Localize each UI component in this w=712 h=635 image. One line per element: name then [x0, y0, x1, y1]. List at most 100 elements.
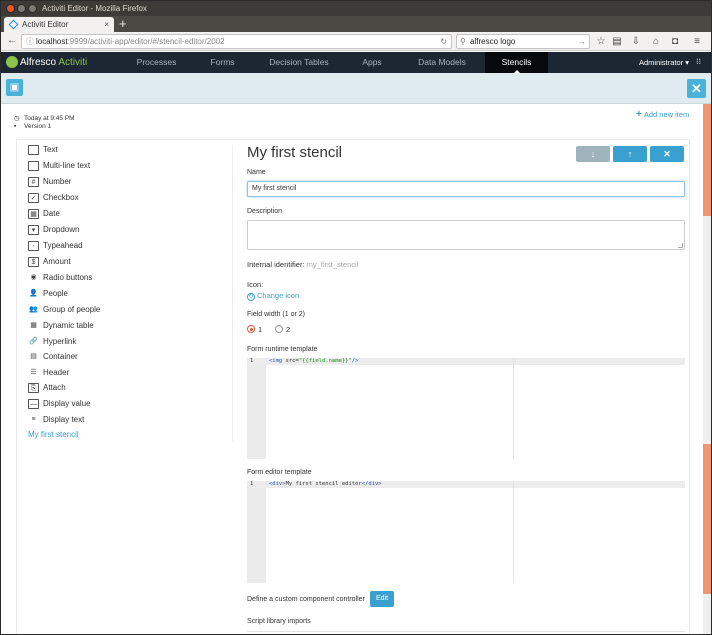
menu-decision-tables[interactable]: Decision Tables: [263, 52, 335, 73]
dropdown-icon: ▾: [28, 225, 39, 235]
name-field[interactable]: My first stencil: [247, 181, 685, 197]
palette-item-label: Dynamic table: [43, 321, 94, 330]
search-bar[interactable]: ⚲ alfresco logo →: [456, 34, 590, 49]
bottom-divider: [247, 631, 685, 632]
search-icon: ⚲: [460, 37, 466, 46]
browser-window: Activiti Editor - Mozilla Firefox Activi…: [0, 0, 712, 635]
info-icon[interactable]: ⓘ: [26, 35, 34, 48]
palette-item-label: Display text: [43, 415, 85, 424]
width-radio-2[interactable]: [275, 325, 283, 333]
logo-brand: Alfresco: [20, 57, 57, 68]
refresh-icon: ↻: [247, 293, 255, 301]
text-icon: [28, 145, 39, 155]
amount-icon: $: [28, 257, 39, 267]
palette-item-label: Radio buttons: [43, 273, 93, 282]
alfresco-logo-icon[interactable]: [6, 56, 18, 68]
container-icon: ▤: [30, 353, 37, 360]
display-value-icon: —: [28, 399, 39, 409]
url-bar[interactable]: ⓘ localhost:9999/activiti-app/editor/#/s…: [21, 34, 452, 49]
delete-button[interactable]: ✕: [650, 146, 684, 162]
add-new-item-link[interactable]: + Add new item: [636, 109, 689, 120]
internal-identifier: Internal identifier: my_first_stencil: [247, 260, 358, 269]
reading-list-icon[interactable]: ▤: [610, 35, 624, 49]
width-radio-1[interactable]: [247, 325, 255, 333]
move-up-button[interactable]: ↑: [613, 146, 647, 162]
reload-icon[interactable]: ↻: [440, 35, 447, 48]
identifier-label: Internal identifier:: [247, 260, 305, 269]
palette-item-label: Display value: [43, 399, 91, 408]
menu-stencils[interactable]: Stencils: [485, 52, 548, 74]
close-tab-icon[interactable]: ×: [104, 17, 109, 32]
menu-processes[interactable]: Processes: [129, 52, 184, 73]
change-icon-link[interactable]: ↻ Change icon: [247, 291, 299, 301]
description-label: Description: [247, 208, 283, 215]
palette-item-label: Text: [43, 145, 58, 154]
resize-grip-icon[interactable]: [678, 243, 683, 248]
move-down-button[interactable]: ↓: [576, 146, 610, 162]
palette-item-label: Typeahead: [43, 241, 83, 250]
apps-grid-icon[interactable]: ⁝⁝: [696, 58, 704, 66]
url-path: :9999/activiti-app/editor/#/stencil-edit…: [67, 37, 225, 46]
browser-tab-title: Activiti Editor: [22, 20, 69, 29]
close-window-button[interactable]: [6, 4, 15, 13]
palette-item-label: Amount: [43, 257, 71, 266]
minimize-window-button[interactable]: [17, 4, 26, 13]
browser-tab[interactable]: Activiti Editor ×: [4, 17, 114, 32]
home-icon[interactable]: ⌂: [649, 35, 663, 49]
version-text: Version 1: [24, 123, 52, 130]
save-button[interactable]: ▣: [6, 79, 23, 96]
palette-item-label: Multi-line text: [43, 161, 91, 170]
multiline-text-icon: [28, 161, 39, 171]
description-field[interactable]: [247, 220, 685, 250]
edit-controller-button[interactable]: Edit: [370, 591, 394, 607]
download-icon[interactable]: ⇩: [629, 35, 643, 49]
dynamic-table-icon: ▦: [30, 322, 37, 329]
chevron-down-icon: ▾: [685, 58, 690, 67]
editor-toolbar: ▣ ✕: [1, 73, 711, 104]
activiti-favicon-icon: [8, 19, 19, 30]
add-new-item-label: Add new item: [643, 110, 690, 119]
pocket-icon[interactable]: ◘: [668, 35, 682, 49]
hamburger-menu-icon[interactable]: ≡: [690, 35, 704, 49]
maximize-window-button[interactable]: [28, 4, 37, 13]
palette-item-label: Date: [43, 209, 60, 218]
app-header: Alfresco Activiti Processes Forms Decisi…: [1, 52, 711, 74]
modified-text: Today at 9:45 PM: [24, 115, 75, 122]
palette-item-label: Header: [43, 368, 70, 377]
search-go-icon[interactable]: →: [578, 35, 586, 48]
editor-template-editor[interactable]: 1 <div>My first stencil editor</div>: [247, 481, 685, 583]
width-radio-1-label: 1: [258, 325, 263, 334]
radio-buttons-icon: ◉: [30, 274, 37, 281]
save-small-icon: ▪: [14, 123, 17, 130]
new-tab-button[interactable]: +: [119, 16, 127, 32]
url-text: localhost:9999/activiti-app/editor/#/ste…: [36, 35, 225, 48]
browser-tab-strip: Activiti Editor × +: [1, 16, 711, 32]
palette-item-label: Dropdown: [43, 225, 80, 234]
bookmark-star-icon[interactable]: ☆: [594, 35, 608, 49]
hyperlink-icon: 🔗: [29, 338, 38, 345]
display-text-icon: ≡: [31, 416, 36, 423]
menu-data-models[interactable]: Data Models: [411, 52, 473, 73]
script-imports-label: Script library imports: [247, 618, 311, 625]
checkbox-icon: ✓: [28, 193, 39, 203]
close-editor-button[interactable]: ✕: [687, 79, 706, 98]
palette-item-label: People: [43, 289, 68, 298]
palette-item-label: Number: [43, 177, 72, 186]
app-logo[interactable]: Alfresco Activiti: [20, 56, 87, 69]
print-margin: [513, 481, 514, 583]
user-menu[interactable]: Administrator ▾: [639, 52, 689, 73]
editor-gutter: [247, 358, 266, 459]
url-host: localhost: [36, 37, 68, 46]
name-label: Name: [247, 169, 266, 176]
runtime-template-editor[interactable]: 1 <img src="{{field.name}}"/>: [247, 358, 685, 459]
menu-forms[interactable]: Forms: [200, 52, 245, 73]
user-name: Administrator: [639, 58, 684, 67]
browser-navbar: ← ⓘ localhost:9999/activiti-app/editor/#…: [1, 32, 711, 51]
window-title: Activiti Editor - Mozilla Firefox: [42, 4, 147, 13]
group-of-people-icon: 👥: [29, 306, 38, 313]
typeahead-icon: -: [28, 241, 39, 251]
line-number: 1: [250, 481, 254, 487]
change-icon-label: Change icon: [257, 291, 300, 300]
menu-apps[interactable]: Apps: [353, 52, 391, 73]
back-arrow-icon[interactable]: ←: [5, 34, 19, 48]
